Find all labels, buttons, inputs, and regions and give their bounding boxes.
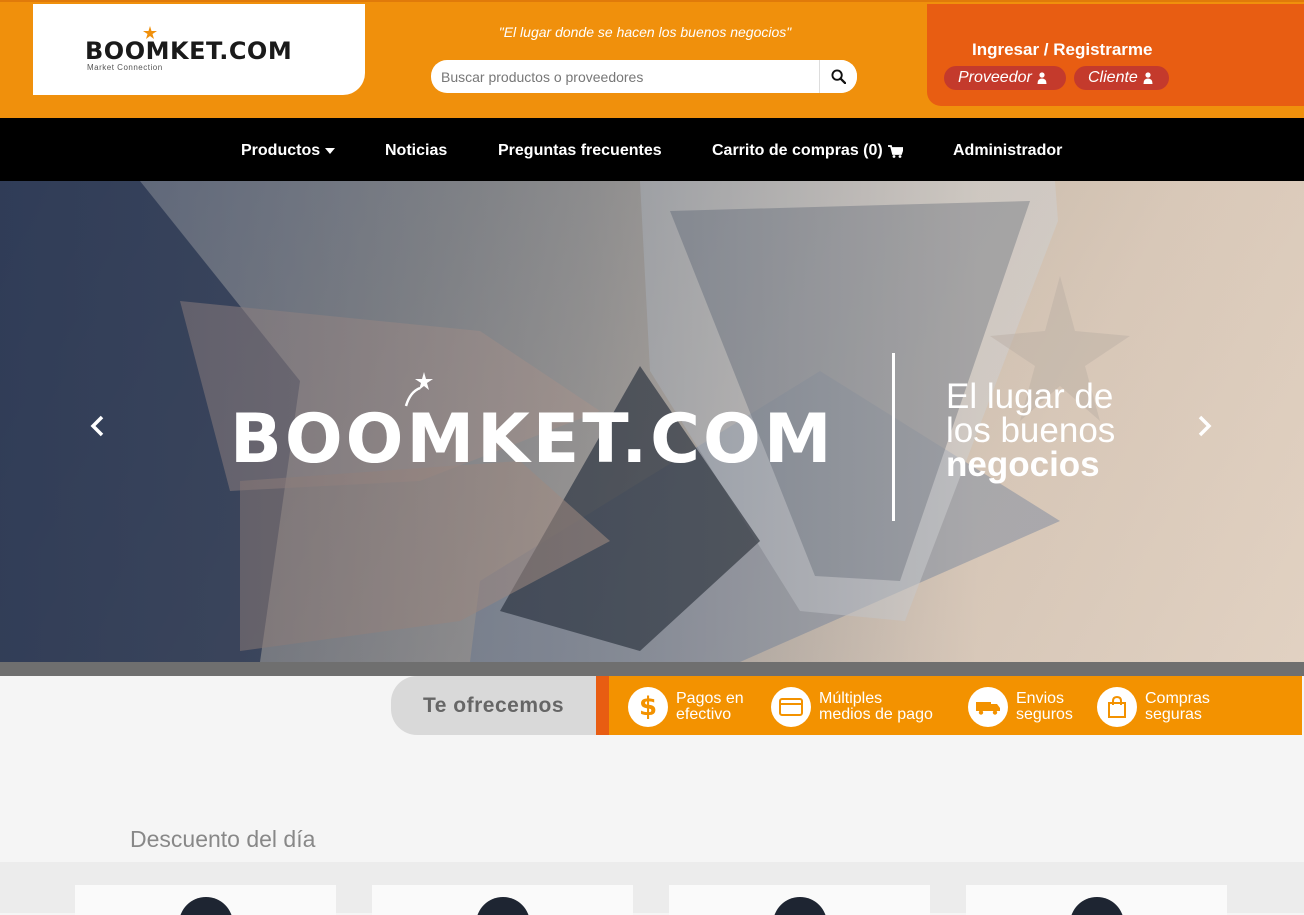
hero-tagline-line3: negocios <box>946 445 1100 484</box>
site-header: BOOMKET.COM Market Connection "El lugar … <box>0 0 1304 118</box>
carousel-next-button[interactable] <box>1198 413 1212 444</box>
product-image <box>179 897 233 915</box>
product-card[interactable] <box>372 885 633 915</box>
search-button[interactable] <box>819 60 857 93</box>
chevron-left-icon <box>90 415 104 437</box>
offer-line1: Pagos en <box>676 690 744 707</box>
offer-line1: Compras <box>1145 690 1210 707</box>
section-title: Descuento del día <box>130 826 316 852</box>
nav-item-label: Noticias <box>385 142 448 159</box>
hero-divider <box>892 353 895 521</box>
offer-line1: Múltiples <box>819 690 883 707</box>
offer-line2: seguros <box>1016 706 1073 723</box>
auth-panel: Ingresar / Registrarme Proveedor Cliente <box>927 4 1304 106</box>
shopping-bag-icon <box>1097 687 1137 727</box>
nav-item-preguntas[interactable]: Preguntas frecuentes <box>498 142 662 160</box>
search-icon <box>831 69 846 84</box>
offer-line2: medios de pago <box>819 706 933 723</box>
nav-item-label: Carrito de compras (0) <box>712 142 883 159</box>
proveedor-label: Proveedor <box>958 69 1032 86</box>
logo: BOOMKET.COM <box>85 37 293 65</box>
product-card[interactable] <box>966 885 1227 915</box>
truck-icon <box>968 687 1008 727</box>
offers-label: Te ofrecemos <box>391 676 596 735</box>
cliente-button[interactable]: Cliente <box>1074 66 1169 90</box>
proveedor-button[interactable]: Proveedor <box>944 66 1066 90</box>
dollar-icon: $ <box>628 687 668 727</box>
product-card[interactable] <box>669 885 930 915</box>
nav-item-noticias[interactable]: Noticias <box>385 142 447 160</box>
offer-line2: efectivo <box>676 706 732 723</box>
hero-tagline-line2: los buenos <box>946 411 1116 450</box>
user-icon <box>1143 72 1153 84</box>
user-icon <box>1037 72 1047 84</box>
offers-accent <box>596 676 609 735</box>
offer-pagos-efectivo: $ Pagos en efectivo <box>628 687 744 727</box>
offer-compras-seguras: Compras seguras <box>1097 687 1210 727</box>
logo-container[interactable]: BOOMKET.COM Market Connection <box>33 4 365 95</box>
nav-item-productos[interactable]: Productos <box>241 142 336 160</box>
offer-line2: seguras <box>1145 706 1202 723</box>
offer-medios-pago: Múltiples medios de pago <box>771 687 933 727</box>
hero-bottom-strip <box>0 662 1304 676</box>
cliente-label: Cliente <box>1088 69 1138 86</box>
offer-line1: Envios <box>1016 690 1065 707</box>
cart-icon <box>887 144 903 158</box>
nav-item-label: Productos <box>241 142 321 159</box>
nav-item-administrador[interactable]: Administrador <box>953 142 1062 160</box>
carousel-prev-button[interactable] <box>90 413 104 444</box>
product-card[interactable] <box>75 885 336 915</box>
nav-item-carrito[interactable]: Carrito de compras (0) <box>712 142 903 160</box>
product-image <box>1070 897 1124 915</box>
main-nav: Productos Noticias Preguntas frecuentes … <box>0 118 1304 181</box>
header-slogan: "El lugar donde se hacen los buenos nego… <box>498 24 792 40</box>
product-image <box>476 897 530 915</box>
logo-subtitle: Market Connection <box>87 63 163 72</box>
product-image <box>773 897 827 915</box>
login-register-link[interactable]: Ingresar / Registrarme <box>972 40 1152 60</box>
nav-item-label: Preguntas frecuentes <box>498 142 662 159</box>
search-input[interactable] <box>431 60 819 93</box>
caret-down-icon <box>325 148 336 154</box>
offers-bar: $ Pagos en efectivo Múltiples medios de … <box>609 676 1302 735</box>
hero-tagline-line1: El lugar de <box>946 377 1114 416</box>
offer-envios: Envios seguros <box>968 687 1073 727</box>
nav-item-label: Administrador <box>953 142 1063 159</box>
card-icon <box>771 687 811 727</box>
search-bar <box>431 60 857 93</box>
chevron-right-icon <box>1198 415 1212 437</box>
hero-tagline: El lugar de los buenos negocios <box>946 377 1116 484</box>
hero-brand: BOOMKET.COM <box>230 400 835 479</box>
